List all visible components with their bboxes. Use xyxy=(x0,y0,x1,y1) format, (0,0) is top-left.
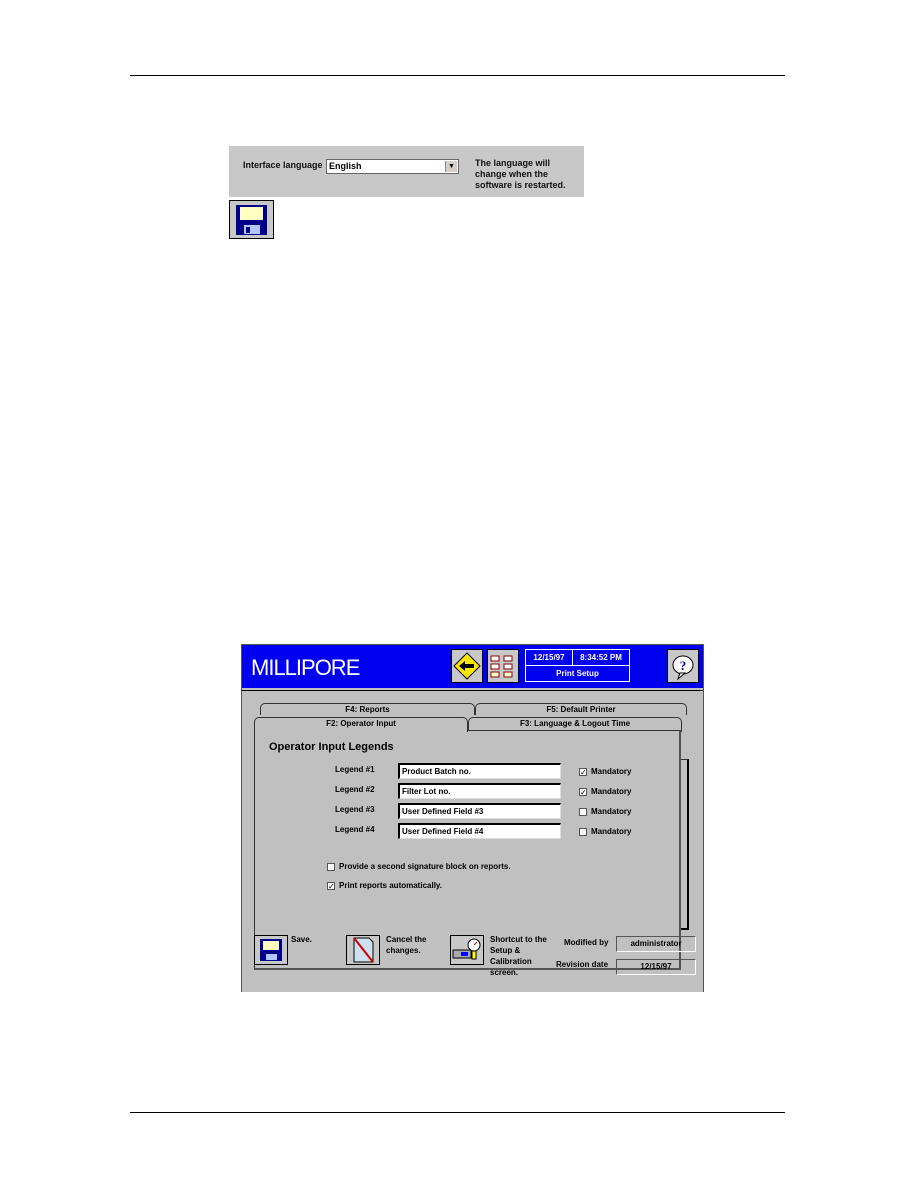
shortcut-label: Shortcut to the Setup & Calibration scre… xyxy=(490,935,547,977)
screen-name: Print Setup xyxy=(556,669,599,678)
legend-label-4: Legend #4 xyxy=(335,825,375,834)
footer-rule xyxy=(130,1112,785,1113)
floppy-disk-icon xyxy=(260,939,282,961)
chevron-down-icon[interactable]: ▼ xyxy=(445,161,457,172)
title-bar: MILLIPORE 12/15/97 8:34:52 PM Print Setu… xyxy=(242,645,703,688)
date-display: 12/15/97 xyxy=(526,650,573,666)
back-arrow-icon xyxy=(453,652,481,680)
menu-button[interactable] xyxy=(487,649,519,683)
crossed-document-icon xyxy=(353,937,374,963)
save-button[interactable] xyxy=(229,200,274,239)
back-button[interactable] xyxy=(451,649,483,683)
legend-label-3: Legend #3 xyxy=(335,805,375,814)
legend-input-4[interactable]: User Defined Field #4 xyxy=(398,823,561,839)
legend-input-2[interactable]: Filter Lot no. xyxy=(398,783,561,799)
tab-operator-input[interactable]: F2: Operator Input xyxy=(254,717,468,732)
language-note: The language will change when the softwa… xyxy=(475,158,566,190)
panel-title: Operator Input Legends xyxy=(269,741,394,753)
brand-logo: MILLIPORE xyxy=(251,655,360,680)
mandatory-label-3: Mandatory xyxy=(591,807,632,816)
language-label: Interface language xyxy=(243,160,323,170)
modified-by-label: Modified by xyxy=(564,938,609,947)
mandatory-checkbox-2[interactable]: ✓ xyxy=(579,788,587,797)
footer-save-button[interactable] xyxy=(254,935,288,965)
language-panel: Interface language English ▼ The languag… xyxy=(229,146,584,197)
print-automatically-label: Print reports automatically. xyxy=(339,881,442,890)
save-label: Save. xyxy=(291,935,312,944)
tab-default-printer[interactable]: F5: Default Printer xyxy=(475,703,687,715)
status-display: 12/15/97 8:34:52 PM Print Setup xyxy=(525,649,630,682)
header-rule xyxy=(130,75,785,76)
question-bubble-icon: ? xyxy=(672,655,694,681)
legend-input-3[interactable]: User Defined Field #3 xyxy=(398,803,561,819)
language-select[interactable]: English ▼ xyxy=(326,159,459,174)
cancel-button[interactable] xyxy=(346,935,380,965)
cancel-label: Cancel the changes. xyxy=(386,935,427,955)
print-automatically-checkbox[interactable]: ✓ xyxy=(327,882,335,891)
mandatory-label-4: Mandatory xyxy=(591,827,632,836)
mandatory-checkbox-1[interactable]: ✓ xyxy=(579,768,587,777)
floppy-disk-icon xyxy=(236,205,267,235)
time-display: 8:34:52 PM xyxy=(573,650,629,666)
legend-label-1: Legend #1 xyxy=(335,765,375,774)
mandatory-checkbox-4[interactable] xyxy=(579,828,587,836)
operator-input-panel: Operator Input Legends Legend #1 Product… xyxy=(254,730,681,970)
legend-input-1[interactable]: Product Batch no. xyxy=(398,763,561,779)
second-signature-label: Provide a second signature block on repo… xyxy=(339,862,511,871)
menu-grid-icon xyxy=(490,655,513,678)
mandatory-label-1: Mandatory xyxy=(591,767,632,776)
language-selected: English xyxy=(329,161,362,171)
calibration-gauge-icon xyxy=(452,938,481,960)
legend-label-2: Legend #2 xyxy=(335,785,375,794)
shortcut-calibration-button[interactable] xyxy=(450,935,484,965)
revision-date-label: Revision date xyxy=(556,960,609,969)
second-signature-checkbox[interactable] xyxy=(327,863,335,871)
app-window: MILLIPORE 12/15/97 8:34:52 PM Print Setu… xyxy=(241,644,704,992)
mandatory-label-2: Mandatory xyxy=(591,787,632,796)
modified-by-field: administrator xyxy=(616,936,696,952)
tab-reports[interactable]: F4: Reports xyxy=(260,703,475,715)
svg-text:?: ? xyxy=(680,658,687,673)
mandatory-checkbox-3[interactable] xyxy=(579,808,587,816)
revision-date-field: 12/15/97 xyxy=(616,959,696,975)
help-button[interactable]: ? xyxy=(667,649,699,683)
